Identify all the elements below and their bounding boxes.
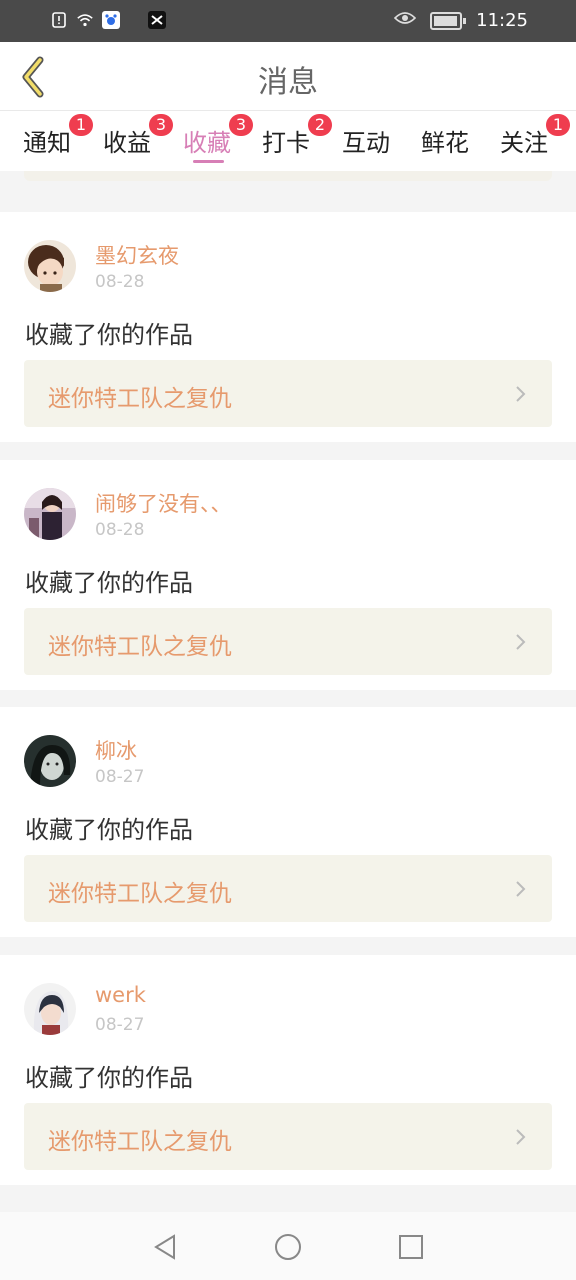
tab-follow[interactable]: 关注 1 [500,114,570,158]
action-text: 收藏了你的作品 [25,569,193,597]
tab-badge: 3 [229,114,253,136]
avatar[interactable] [24,983,76,1035]
tab-label: 收藏 [183,129,231,157]
tab-earnings[interactable]: 收益 3 [103,114,173,158]
battery-icon [430,11,467,30]
tab-label: 打卡 [262,129,310,157]
work-link[interactable]: 迷你特工队之复仇 [24,855,552,922]
tab-label: 鲜花 [421,129,469,157]
chevron-right-icon [516,1129,526,1145]
username[interactable]: 柳冰 [95,735,137,765]
tab-badge: 2 [308,114,332,136]
work-link[interactable]: 迷你特工队之复仇 [24,1103,552,1170]
username[interactable]: werk [95,983,146,1007]
chevron-right-icon [516,881,526,897]
tab-label: 互动 [342,129,390,157]
battery-level [434,15,457,26]
home-circle-icon[interactable] [273,1232,303,1262]
message-date: 08-27 [95,767,145,787]
message-card: 闹够了没有、、 08-28 收藏了你的作品 迷你特工队之复仇 [0,460,576,690]
status-time: 11:25 [476,10,528,31]
message-card: 柳冰 08-27 收藏了你的作品 迷你特工队之复仇 [0,707,576,937]
tab-favorites[interactable]: 收藏 3 [183,114,253,158]
tab-badge: 1 [69,114,93,136]
avatar[interactable] [24,240,76,292]
tab-label: 收益 [103,129,151,157]
page-title: 消息 [258,65,318,100]
message-card: werk 08-27 收藏了你的作品 迷你特工队之复仇 [0,955,576,1185]
system-nav-bar [0,1212,576,1280]
work-link[interactable]: 迷你特工队之复仇 [24,360,552,427]
chevron-right-icon [516,386,526,402]
previous-card-remnant [24,171,552,181]
avatar[interactable] [24,735,76,787]
tab-label: 通知 [23,129,71,157]
chevron-right-icon [516,634,526,650]
recents-square-icon[interactable] [396,1232,426,1262]
back-triangle-icon[interactable] [150,1232,180,1262]
status-bar-right: 11:25 [393,10,528,31]
tab-checkin[interactable]: 打卡 2 [262,114,332,158]
eye-icon [393,10,417,31]
status-bar-left-icons [50,11,166,29]
action-text: 收藏了你的作品 [25,321,193,349]
username[interactable]: 墨幻玄夜 [95,240,179,270]
work-link[interactable]: 迷你特工队之复仇 [24,608,552,675]
work-title: 迷你特工队之复仇 [48,1129,232,1155]
alert-icon [50,11,68,29]
tab-bar: 通知 1 收益 3 收藏 3 打卡 2 互动 鲜花 关注 1 [0,111,576,171]
work-title: 迷你特工队之复仇 [48,386,232,412]
username[interactable]: 闹够了没有、、 [95,488,232,518]
header: 消息 [0,42,576,111]
status-bar: 11:25 [0,0,576,42]
avatar[interactable] [24,488,76,540]
action-text: 收藏了你的作品 [25,1064,193,1092]
message-card: 墨幻玄夜 08-28 收藏了你的作品 迷你特工队之复仇 [0,212,576,442]
message-date: 08-28 [95,272,145,292]
message-date: 08-27 [95,1015,145,1035]
tab-badge: 3 [149,114,173,136]
message-date: 08-28 [95,520,145,540]
tab-flowers[interactable]: 鲜花 [421,123,469,158]
active-tab-indicator [193,160,224,163]
tab-label: 关注 [500,129,548,157]
tab-notice[interactable]: 通知 1 [23,114,93,158]
wifi-icon [76,11,94,29]
tab-badge: 1 [546,114,570,136]
baidu-app-icon [102,11,120,29]
action-text: 收藏了你的作品 [25,816,193,844]
tab-interaction[interactable]: 互动 [342,123,390,158]
work-title: 迷你特工队之复仇 [48,634,232,660]
work-title: 迷你特工队之复仇 [48,881,232,907]
capcut-app-icon [148,11,166,29]
